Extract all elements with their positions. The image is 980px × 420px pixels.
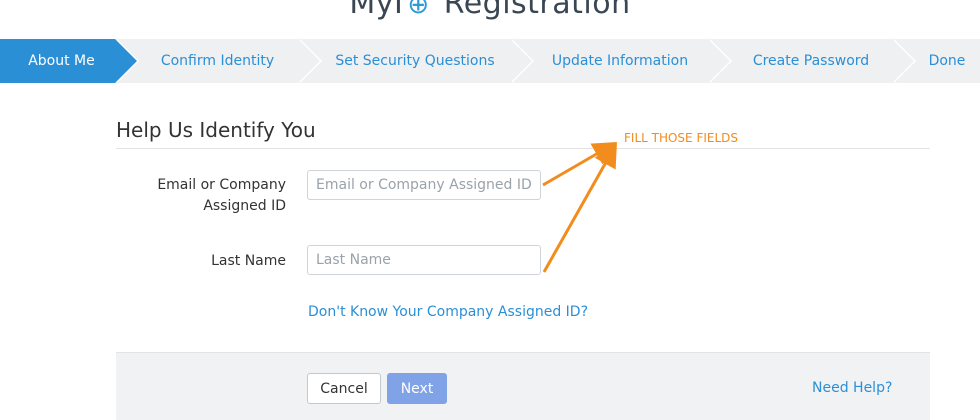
step-label: Done: [928, 53, 966, 69]
next-button[interactable]: Next: [387, 373, 447, 404]
title-prefix: MyI: [349, 0, 404, 21]
step-label: Update Information: [551, 53, 689, 69]
email-label: Email or Company Assigned ID: [157, 175, 286, 217]
last-name-label: Last Name: [211, 253, 286, 269]
brand-logo-icon: ⊕: [407, 0, 430, 20]
form-footer: [116, 352, 930, 420]
step-label: Create Password: [752, 53, 870, 69]
cancel-button[interactable]: Cancel: [307, 373, 381, 404]
page-title: MyI ⊕ Registration: [0, 0, 980, 21]
step-confirm-identity[interactable]: Confirm Identity: [115, 39, 322, 83]
section-title: Help Us Identify You: [116, 118, 316, 142]
last-name-field[interactable]: [307, 245, 541, 275]
email-field[interactable]: [307, 170, 541, 200]
section-divider: [116, 148, 930, 149]
annotation-text: FILL THOSE FIELDS: [624, 131, 739, 145]
step-about-me[interactable]: About Me: [0, 39, 139, 83]
step-label: Confirm Identity: [160, 53, 275, 69]
step-create-password[interactable]: Create Password: [708, 39, 916, 83]
step-label: About Me: [28, 53, 95, 69]
step-label: Set Security Questions: [335, 53, 495, 69]
annotation-arrow-lastname: [542, 142, 617, 273]
annotation-arrow-email: [542, 141, 618, 187]
step-set-security-questions[interactable]: Set Security Questions: [298, 39, 534, 83]
need-help-link[interactable]: Need Help?: [812, 380, 892, 396]
email-label-line2: Assigned ID: [203, 198, 286, 214]
email-label-line1: Email or Company: [157, 177, 286, 193]
title-suffix: Registration: [443, 0, 631, 21]
registration-steps: About Me Confirm Identity Set Security Q…: [0, 39, 980, 83]
company-id-help-link[interactable]: Don't Know Your Company Assigned ID?: [308, 304, 588, 320]
step-update-information[interactable]: Update Information: [510, 39, 732, 83]
